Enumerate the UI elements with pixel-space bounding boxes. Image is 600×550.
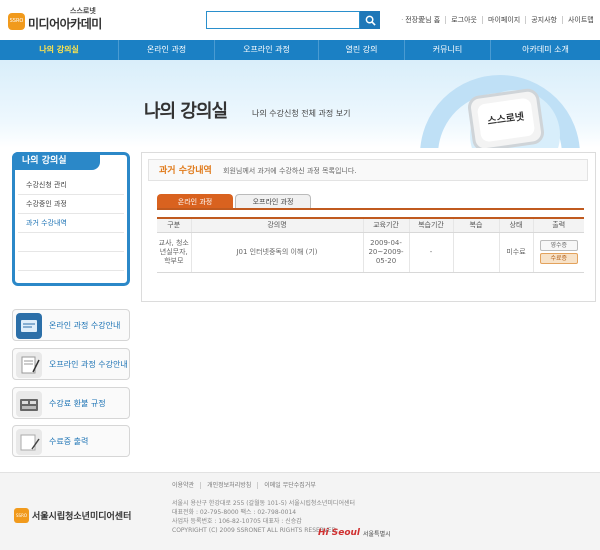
search-button[interactable]: [360, 11, 380, 29]
col-status: 상태: [498, 217, 533, 233]
quick-link-label: 온라인 과정 수강안내: [49, 321, 121, 330]
footer: 이용약관 개인정보처리방침 이메일 무단수집거부 SSRO 서울시립청소년미디어…: [0, 472, 600, 550]
past-courses-table: 구분 강의명 교육기간 복습기간 복습 상태 출력 교사, 청소년실무자, 학부…: [157, 217, 584, 273]
nav-open-lectures[interactable]: 열린 강의: [318, 40, 404, 60]
certificate-button[interactable]: 수료증: [539, 253, 578, 264]
cell-course-name[interactable]: J01 인터넷중독의 이해 (기): [190, 232, 363, 273]
cell-status: 미수료: [498, 232, 533, 273]
footer-business-number: 사업자 등록번호 : 106-82-10705 대표자 : 신승갑: [172, 518, 302, 525]
section-title: 과거 수강내역: [159, 166, 212, 176]
search-input[interactable]: [206, 11, 360, 29]
course-type-tabs: 온라인 과정 오프라인 과정: [157, 194, 313, 208]
col-review: 복습: [452, 217, 499, 233]
logo-title: 미디어아카데미: [28, 17, 102, 31]
receipt-button[interactable]: 영수증: [539, 240, 578, 251]
online-guide-icon: [16, 313, 42, 339]
tab-online-courses[interactable]: 온라인 과정: [157, 194, 233, 208]
main-nav: 나의 강의실 온라인 과정 오프라인 과정 열린 강의 커뮤니티 아카데미 소개: [0, 40, 600, 60]
page-banner: 스스로넷 나의 강의실 나의 수강신청 전체 과정 보기: [0, 60, 600, 148]
col-period: 교육기간: [362, 217, 409, 233]
hi-seoul-mark: Hi Seoul: [318, 528, 361, 538]
col-category: 구분: [157, 217, 191, 233]
refund-icon: [16, 391, 42, 417]
seoul-label: 서울특별시: [363, 530, 391, 538]
nav-my-classroom[interactable]: 나의 강의실: [0, 40, 118, 60]
search-icon: [365, 15, 376, 26]
quick-link-label: 수료증 출력: [49, 437, 89, 446]
offline-guide-icon: [16, 352, 42, 378]
nav-community[interactable]: 커뮤니티: [404, 40, 490, 60]
nav-academy-intro[interactable]: 아카데미 소개: [490, 40, 600, 60]
quick-link-certificate[interactable]: 수료증 출력: [12, 425, 130, 457]
col-course-name: 강의명: [190, 217, 363, 233]
page-subtitle: 나의 수강신청 전체 과정 보기: [252, 109, 351, 118]
cell-category: 교사, 청소년실무자, 학부모: [157, 232, 191, 273]
tv-screen-text: 스스로넷: [476, 97, 536, 143]
sidebar-item-enrollment-management[interactable]: 수강신청 관리: [18, 176, 124, 195]
sidebar-menu: 수강신청 관리 수강중인 과정 과거 수강내역: [18, 176, 124, 271]
section-header: 과거 수강내역 회원님께서 과거에 수강하신 과정 목록입니다.: [148, 159, 588, 181]
logo-badge: SSRO: [8, 13, 25, 30]
footer-address: 서울시 용산구 한강대로 255 (갈월동 101-5) 서울시립청소년미디어센…: [172, 500, 356, 507]
header: SSRO 스스로넷 미디어아카데미 · 전장愛님 홈 로그아웃 마이페이지 공지사…: [0, 0, 600, 40]
cell-review-period: -: [408, 232, 453, 273]
footer-logo: SSRO 서울시립청소년미디어센터: [14, 508, 131, 523]
sidebar-item-empty: [18, 233, 124, 252]
footer-links: 이용약관 개인정보처리방침 이메일 무단수집거부: [172, 482, 322, 489]
bullet-icon: ·: [401, 16, 404, 24]
site-logo[interactable]: SSRO 스스로넷 미디어아카데미: [8, 6, 128, 34]
footer-link-privacy[interactable]: 개인정보처리방침: [200, 482, 257, 489]
sidebar-item-current-courses[interactable]: 수강중인 과정: [18, 195, 124, 214]
section-description: 회원님께서 과거에 수강하신 과정 목록입니다.: [223, 167, 357, 175]
footer-logo-badge: SSRO: [14, 508, 29, 523]
footer-link-terms[interactable]: 이용약관: [172, 482, 200, 489]
quick-link-offline-guide[interactable]: 오프라인 과정 수강안내: [12, 348, 130, 380]
tab-offline-courses[interactable]: 오프라인 과정: [235, 194, 311, 208]
util-link-notice[interactable]: 공지사항: [525, 16, 562, 24]
quick-link-label: 오프라인 과정 수강안내: [49, 360, 128, 369]
quick-link-online-guide[interactable]: 온라인 과정 수강안내: [12, 309, 130, 341]
certificate-icon: [16, 429, 42, 455]
sidebar-title: 나의 강의실: [12, 152, 100, 170]
util-link-logout[interactable]: 로그아웃: [445, 16, 482, 24]
utility-links: · 전장愛님 홈 로그아웃 마이페이지 공지사항 사이트맵: [396, 16, 599, 24]
col-print: 출력: [532, 217, 584, 233]
quick-link-refund-policy[interactable]: 수강료 환불 규정: [12, 387, 130, 419]
page-title: 나의 강의실: [144, 101, 228, 122]
sidebar-item-past-courses[interactable]: 과거 수강내역: [18, 214, 124, 233]
table-row: 교사, 청소년실무자, 학부모 J01 인터넷중독의 이해 (기) 2009-0…: [157, 232, 584, 273]
content-panel: 과거 수강내역 회원님께서 과거에 수강하신 과정 목록입니다. 온라인 과정 …: [141, 152, 596, 302]
table-header-row: 구분 강의명 교육기간 복습기간 복습 상태 출력: [157, 217, 584, 233]
util-link-home[interactable]: · 전장愛님 홈: [396, 16, 445, 24]
util-link-sitemap[interactable]: 사이트맵: [561, 16, 599, 24]
quick-link-label: 수강료 환불 규정: [49, 399, 106, 408]
cell-review: [452, 232, 499, 273]
sidebar-item-empty: [18, 252, 124, 271]
seoul-logo: Hi Seoul 서울특별시: [318, 528, 391, 538]
col-review-period: 복습기간: [408, 217, 453, 233]
tab-divider: [157, 208, 584, 210]
tv-illustration: 스스로넷: [466, 87, 546, 148]
footer-link-email-policy[interactable]: 이메일 무단수집거부: [257, 482, 322, 489]
footer-contact: 대표전화 : 02-795-8000 팩스 : 02-798-0014: [172, 509, 297, 516]
util-link-mypage[interactable]: 마이페이지: [482, 16, 525, 24]
cell-period: 2009-04-20~2009-05-20: [362, 232, 409, 273]
nav-offline-courses[interactable]: 오프라인 과정: [214, 40, 318, 60]
nav-online-courses[interactable]: 온라인 과정: [118, 40, 214, 60]
cell-print: 영수증 수료증: [532, 232, 584, 273]
footer-org-name: 서울시립청소년미디어센터: [32, 512, 132, 522]
